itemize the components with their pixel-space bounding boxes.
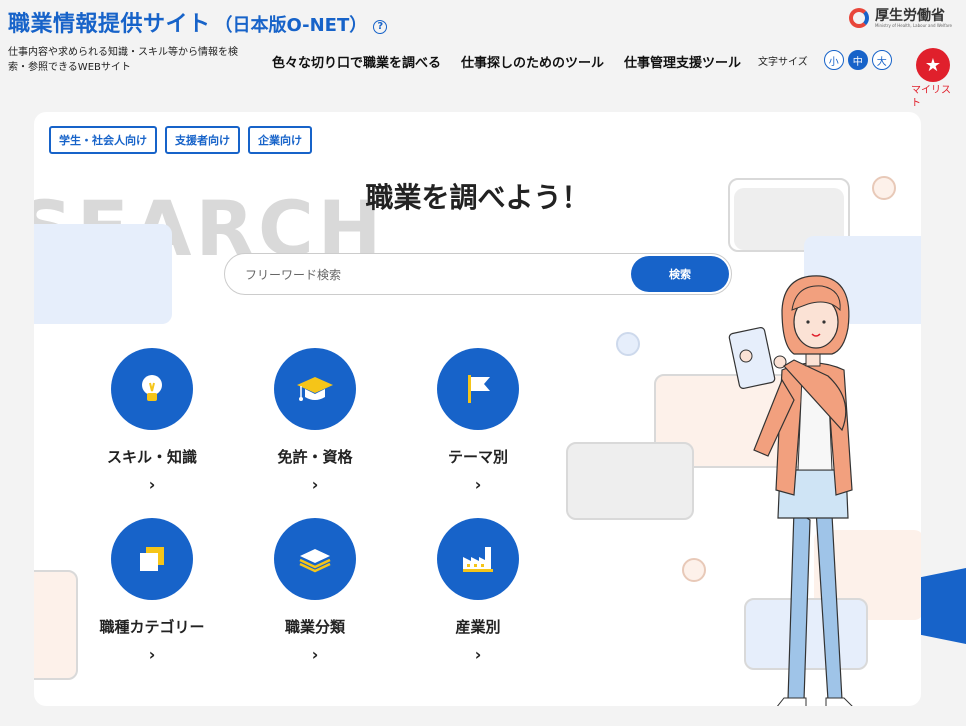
- site-title-sub[interactable]: （日本版O-NET）: [215, 11, 368, 37]
- star-icon[interactable]: ★: [916, 48, 950, 82]
- stacked-squares-icon[interactable]: [111, 518, 193, 600]
- category-themes[interactable]: テーマ別 ›: [408, 348, 548, 494]
- tab-companies[interactable]: 企業向け: [248, 126, 312, 154]
- flag-icon[interactable]: [437, 348, 519, 430]
- site-title[interactable]: 職業情報提供サイト （日本版O-NET） ?: [8, 6, 388, 38]
- category-label[interactable]: 職種カテゴリー: [82, 616, 222, 637]
- category-job-types[interactable]: 職種カテゴリー ›: [82, 518, 222, 664]
- category-label[interactable]: 免許・資格: [245, 446, 385, 467]
- tab-supporters[interactable]: 支援者向け: [165, 126, 240, 154]
- search-bar: フリーワード検索 検索: [224, 253, 732, 295]
- ministry-mark-icon: [847, 6, 871, 30]
- factory-icon[interactable]: [437, 518, 519, 600]
- main-nav: 色々な切り口で職業を調べる 仕事探しのためのツール 仕事管理支援ツール: [272, 52, 741, 71]
- tab-students[interactable]: 学生・社会人向け: [49, 126, 157, 154]
- nav-item-search-jobs[interactable]: 色々な切り口で職業を調べる: [272, 52, 441, 71]
- nav-item-management-tools[interactable]: 仕事管理支援ツール: [624, 52, 741, 71]
- font-size-small-button[interactable]: 小: [823, 50, 844, 70]
- category-label[interactable]: 産業別: [408, 616, 548, 637]
- font-size-control: 文字サイズ 小 中 大: [758, 50, 892, 70]
- category-label[interactable]: スキル・知識: [82, 446, 222, 467]
- ministry-name-en: Ministry of Health, Labour and Welfare: [874, 22, 952, 28]
- category-licenses[interactable]: 免許・資格 ›: [245, 348, 385, 494]
- font-size-medium-button[interactable]: 中: [847, 50, 868, 70]
- decor-bubble: [682, 558, 706, 582]
- lightbulb-icon[interactable]: [111, 348, 193, 430]
- category-label[interactable]: 職業分類: [245, 616, 385, 637]
- side-menu-tab[interactable]: [921, 568, 966, 644]
- chevron-right-icon[interactable]: ›: [82, 645, 222, 664]
- font-size-large-button[interactable]: 大: [871, 50, 892, 70]
- mylist-button[interactable]: ★ マイリスト: [911, 48, 955, 110]
- page-title: 職業を調べよう！: [365, 181, 590, 214]
- decor-block: [566, 442, 694, 520]
- audience-tabs: 学生・社会人向け 支援者向け 企業向け: [49, 126, 312, 154]
- ministry-logo[interactable]: 厚生労働省 Ministry of Health, Labour and Wel…: [847, 6, 952, 30]
- site-description: 仕事内容や求められる知識・スキル等から情報を検索・参照できるWEBサイト: [8, 47, 238, 73]
- chevron-right-icon[interactable]: ›: [245, 645, 385, 664]
- decor-bubble: [616, 332, 640, 356]
- search-button[interactable]: 検索: [631, 256, 729, 292]
- category-classification[interactable]: 職業分類 ›: [245, 518, 385, 664]
- ministry-name: 厚生労働省: [874, 7, 945, 24]
- question-circle-icon[interactable]: ?: [373, 19, 388, 34]
- category-industry[interactable]: 産業別 ›: [408, 518, 548, 664]
- chevron-right-icon[interactable]: ›: [408, 475, 548, 494]
- decor-block: [34, 224, 172, 324]
- woman-reading-illustration: [728, 275, 853, 706]
- decor-block: [34, 570, 78, 680]
- chevron-right-icon[interactable]: ›: [245, 475, 385, 494]
- chevron-right-icon[interactable]: ›: [408, 645, 548, 664]
- mylist-label[interactable]: マイリスト: [911, 84, 955, 110]
- nav-item-job-tools[interactable]: 仕事探しのためのツール: [461, 52, 604, 71]
- category-label[interactable]: テーマ別: [408, 446, 548, 467]
- font-size-label: 文字サイズ: [758, 56, 808, 68]
- layers-icon[interactable]: [274, 518, 356, 600]
- chevron-right-icon[interactable]: ›: [82, 475, 222, 494]
- graduation-cap-icon[interactable]: [274, 348, 356, 430]
- search-input[interactable]: フリーワード検索: [245, 266, 341, 283]
- search-panel: SEARCH 学生・社会人向け 支援者向け 企業向け 職業を調べよう！ フリーワ…: [34, 112, 921, 706]
- site-title-main[interactable]: 職業情報提供サイト: [8, 6, 211, 38]
- category-skills[interactable]: スキル・知識 ›: [82, 348, 222, 494]
